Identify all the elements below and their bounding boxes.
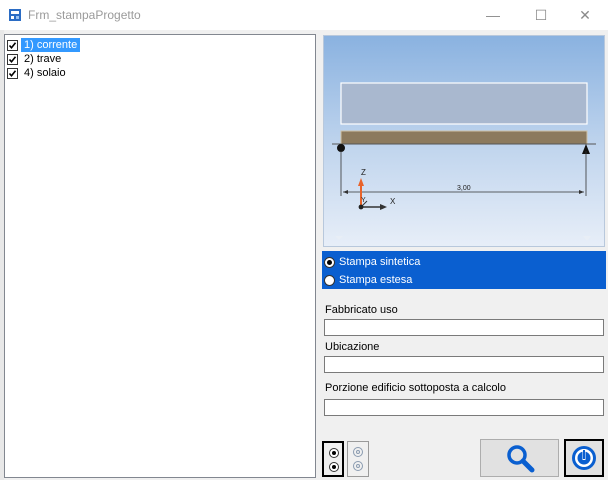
minimize-icon: —: [486, 7, 500, 23]
preview-search-button[interactable]: [480, 439, 559, 477]
tree-item-label[interactable]: 2) trave: [21, 52, 64, 66]
close-icon: ✕: [579, 6, 591, 23]
tree-item-checkbox[interactable]: [7, 67, 18, 79]
beam-shape: [340, 130, 588, 145]
radio-stampa-estesa[interactable]: Stampa estesa: [324, 272, 412, 288]
y-axis-label: Y: [361, 197, 366, 204]
porzione-edificio-input[interactable]: [324, 399, 604, 416]
scroll-down-left-icon[interactable]: [335, 236, 343, 240]
mini-radio-off-icon[interactable]: [353, 461, 363, 471]
print-mode-panel: Stampa sintetica Stampa estesa: [322, 251, 606, 289]
check-icon: [8, 55, 17, 63]
title-bar: Frm_stampaProgetto — ☐ ✕: [0, 0, 608, 30]
slab-shape: [340, 82, 588, 125]
radio-label: Stampa estesa: [339, 274, 413, 286]
beam-drawing: 3,00 Z X Y: [332, 82, 596, 241]
fabbricato-uso-label: Fabbricato uso: [325, 304, 398, 316]
tree-item-checkbox[interactable]: [7, 53, 18, 65]
porzione-edificio-label: Porzione edificio sottoposta a calcolo: [325, 382, 506, 394]
exit-button[interactable]: [564, 439, 604, 477]
option-group-unselected[interactable]: [347, 441, 369, 477]
radio-label: Stampa sintetica: [339, 256, 421, 268]
origin-point: [358, 204, 364, 210]
model-preview: 3,00 Z X Y: [323, 35, 605, 247]
element-tree[interactable]: 1) corrente 2) trave 4) solaio: [4, 34, 316, 478]
dimension-label: 3,00: [457, 185, 471, 192]
radio-stampa-sintetica[interactable]: Stampa sintetica: [324, 254, 420, 270]
mini-radio-off-icon[interactable]: [353, 447, 363, 457]
left-support-icon: [337, 144, 345, 152]
z-axis-arrow: [358, 178, 364, 186]
tree-item-checkbox[interactable]: [7, 39, 18, 51]
ubicazione-label: Ubicazione: [325, 341, 380, 353]
scroll-down-right-icon[interactable]: [583, 236, 591, 241]
dimension-arrow-right: [579, 190, 584, 194]
x-axis-arrow: [380, 204, 387, 210]
mini-radio-on-icon[interactable]: [329, 462, 339, 472]
z-axis-label: Z: [361, 168, 366, 177]
check-icon: [8, 69, 17, 77]
option-group-selected[interactable]: [322, 441, 344, 477]
tree-item-label[interactable]: 1) corrente: [21, 38, 81, 52]
tree-item-trave[interactable]: 2) trave: [7, 52, 64, 66]
minimize-button[interactable]: —: [470, 0, 516, 30]
check-icon: [8, 41, 17, 49]
dimension-arrow-left: [343, 190, 348, 194]
radio-button-icon[interactable]: [324, 256, 335, 268]
power-icon: [572, 446, 596, 470]
ubicazione-input[interactable]: [324, 356, 604, 373]
tree-item-corrente[interactable]: 1) corrente: [7, 38, 81, 52]
maximize-button[interactable]: ☐: [518, 0, 564, 30]
x-axis-label: X: [390, 197, 396, 206]
mini-radio-on-icon[interactable]: [329, 448, 339, 458]
window-title: Frm_stampaProgetto: [28, 8, 141, 22]
tree-item-label[interactable]: 4) solaio: [21, 66, 69, 80]
app-icon: [9, 9, 21, 21]
fabbricato-uso-input[interactable]: [324, 319, 604, 336]
tree-item-solaio[interactable]: 4) solaio: [7, 66, 69, 80]
radio-button-icon[interactable]: [324, 274, 335, 286]
close-button[interactable]: ✕: [562, 0, 608, 30]
form-client-area: 1) corrente 2) trave 4) solaio 3,00 Z X …: [0, 30, 608, 480]
magnifier-icon: [506, 445, 534, 473]
maximize-icon: ☐: [534, 6, 548, 23]
